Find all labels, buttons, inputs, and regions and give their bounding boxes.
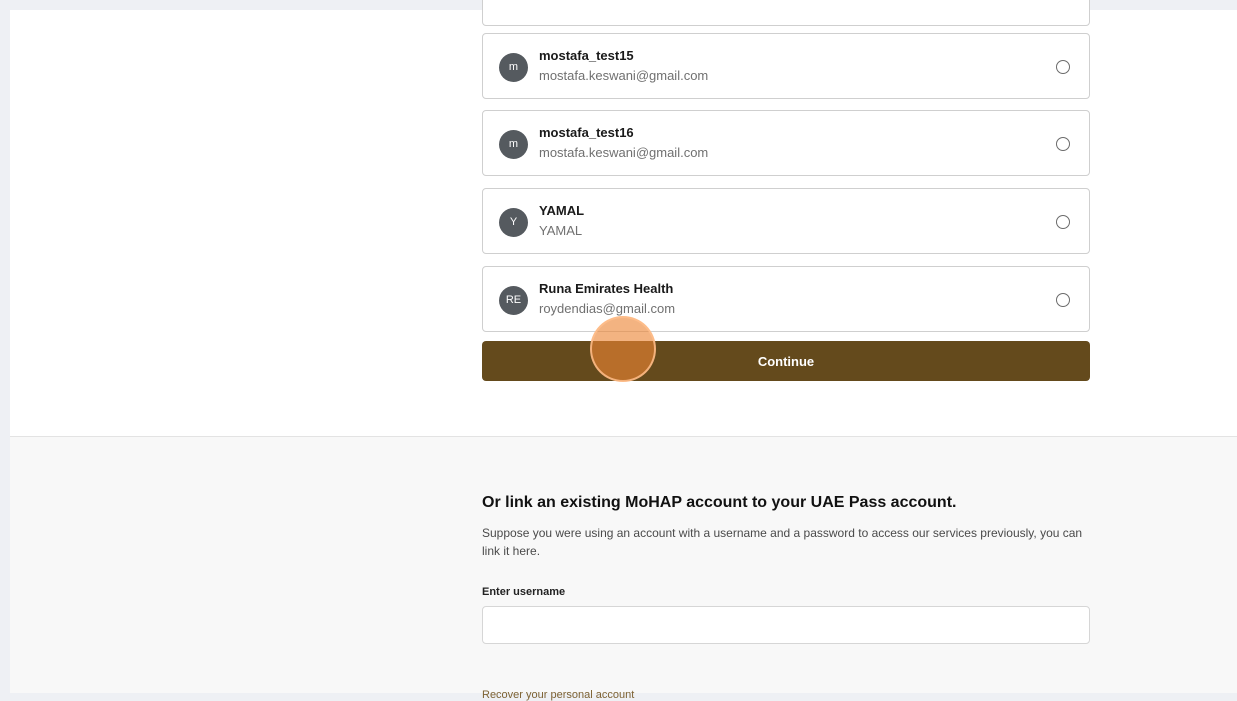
account-card-partial[interactable]	[482, 0, 1090, 26]
continue-button[interactable]: Continue	[482, 341, 1090, 381]
account-card[interactable]: RE Runa Emirates Health roydendias@gmail…	[482, 266, 1090, 332]
account-radio[interactable]	[1056, 215, 1070, 229]
account-card[interactable]: Y YAMAL YAMAL	[482, 188, 1090, 254]
account-card[interactable]: m mostafa_test16 mostafa.keswani@gmail.c…	[482, 110, 1090, 176]
avatar: RE	[499, 286, 528, 315]
account-name: mostafa_test16	[539, 125, 634, 140]
account-email: mostafa.keswani@gmail.com	[539, 145, 708, 160]
link-section-title: Or link an existing MoHAP account to you…	[482, 494, 956, 512]
avatar: m	[499, 53, 528, 82]
account-name: Runa Emirates Health	[539, 281, 673, 296]
avatar: m	[499, 130, 528, 159]
page: m mostafa_test15 mostafa.keswani@gmail.c…	[10, 10, 1237, 693]
account-email: mostafa.keswani@gmail.com	[539, 68, 708, 83]
link-account-section: Or link an existing MoHAP account to you…	[10, 437, 1237, 693]
account-radio[interactable]	[1056, 60, 1070, 74]
username-label: Enter username	[482, 586, 565, 598]
account-name: YAMAL	[539, 203, 584, 218]
account-email: YAMAL	[539, 223, 582, 238]
click-indicator	[590, 316, 656, 382]
account-radio[interactable]	[1056, 137, 1070, 151]
avatar: Y	[499, 208, 528, 237]
recover-account-link[interactable]: Recover your personal account	[482, 689, 634, 701]
link-section-description: Suppose you were using an account with a…	[482, 524, 1092, 560]
username-input[interactable]	[482, 606, 1090, 644]
account-email: roydendias@gmail.com	[539, 301, 675, 316]
account-name: mostafa_test15	[539, 48, 634, 63]
account-selection-section: m mostafa_test15 mostafa.keswani@gmail.c…	[10, 10, 1237, 437]
account-radio[interactable]	[1056, 293, 1070, 307]
account-card[interactable]: m mostafa_test15 mostafa.keswani@gmail.c…	[482, 33, 1090, 99]
